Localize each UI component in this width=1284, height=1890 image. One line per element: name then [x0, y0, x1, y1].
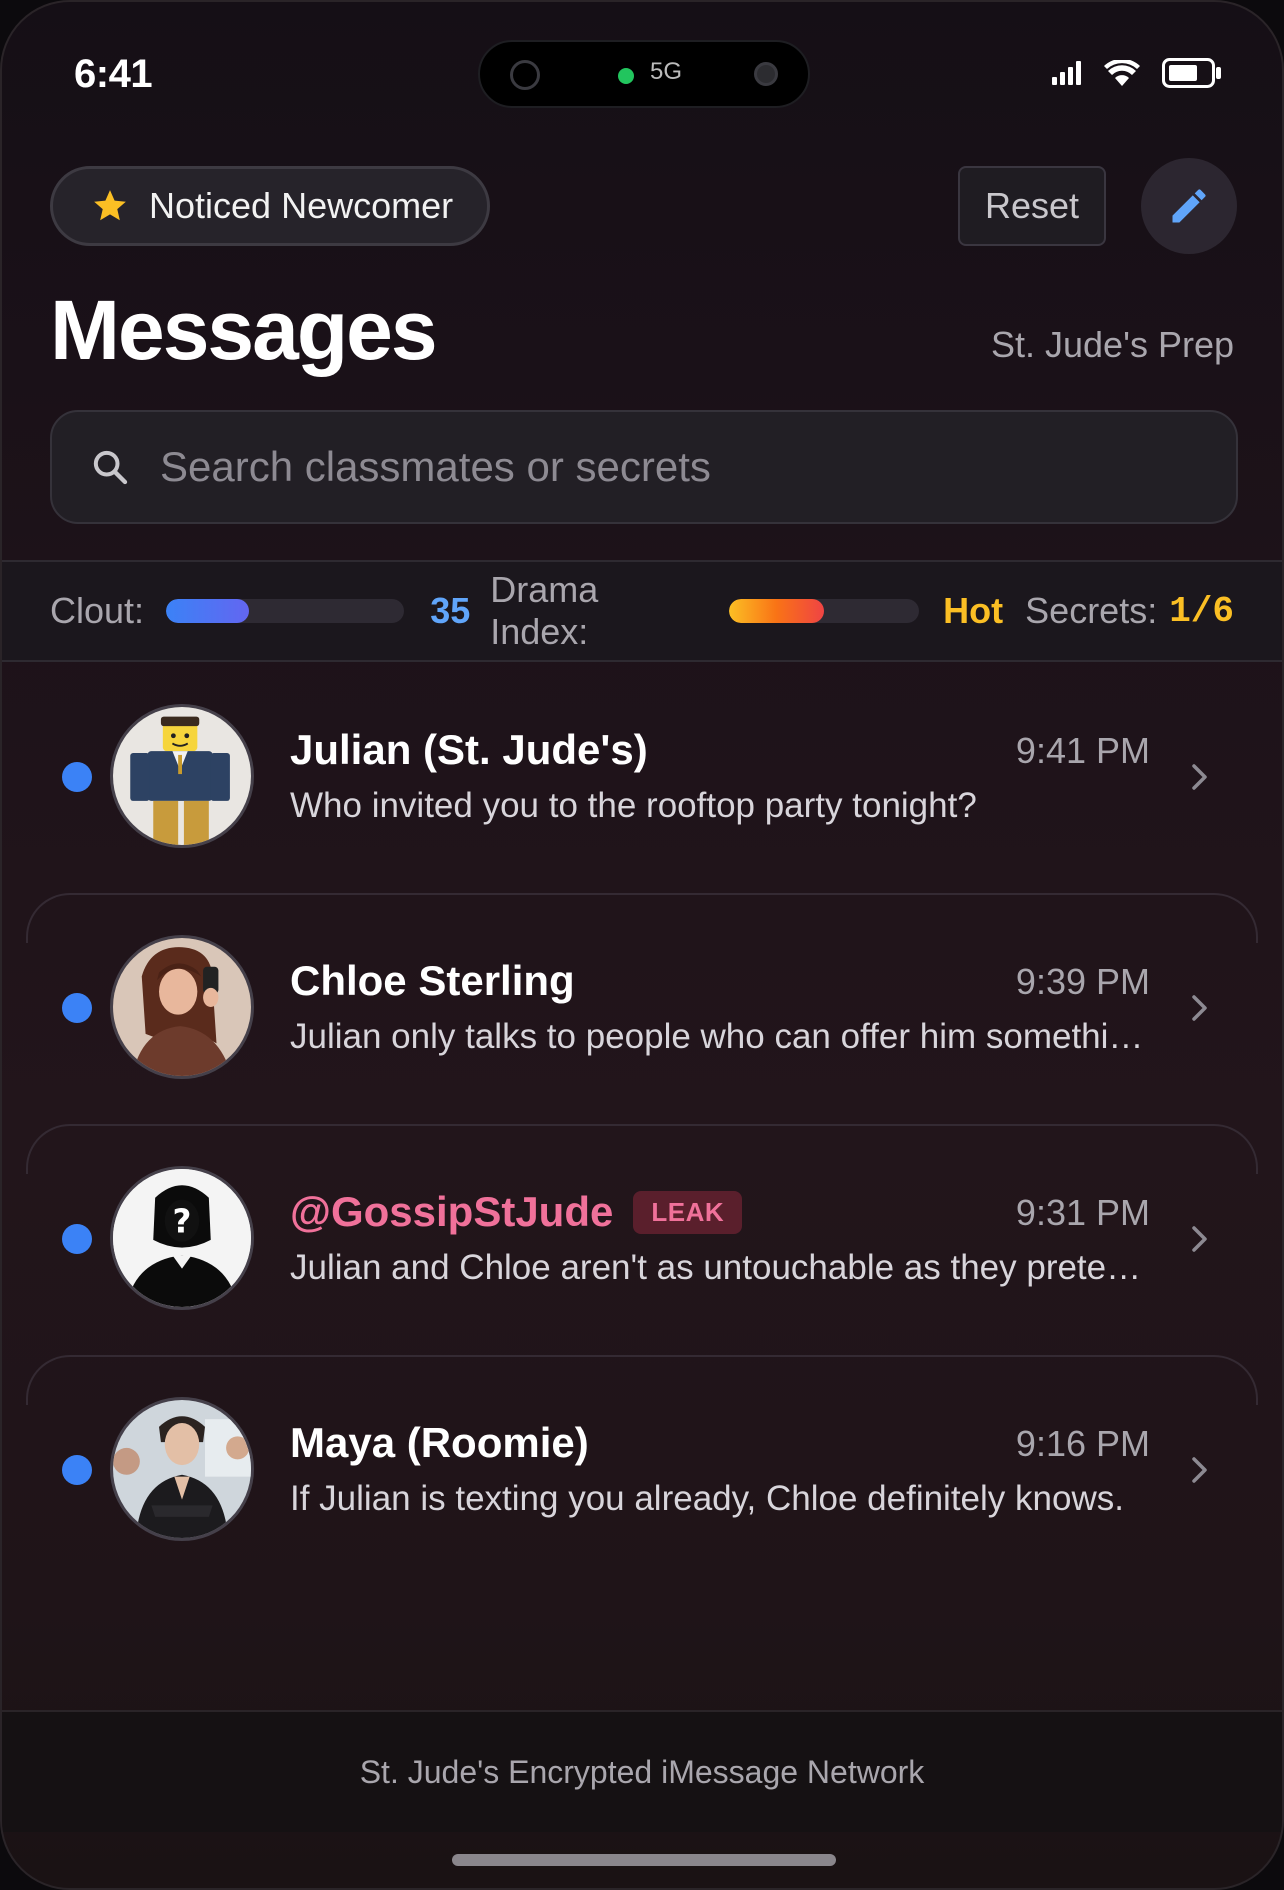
contact-name: Chloe Sterling: [290, 957, 575, 1004]
search-icon: [93, 450, 128, 485]
clout-label: Clout:: [50, 590, 145, 631]
status-icons: [1052, 58, 1222, 88]
secrets-label: Secrets:: [1025, 590, 1158, 631]
message-preview: Julian only talks to people who can offe…: [290, 1017, 1150, 1056]
avatar: ?: [110, 1166, 254, 1310]
message-list: Julian (St. Jude's) 9:41 PM Who invited …: [2, 662, 1282, 1586]
message-preview: Who invited you to the rooftop party ton…: [290, 786, 977, 825]
unread-dot: [62, 1455, 92, 1485]
status-time: 6:41: [74, 52, 153, 96]
avatar: [110, 704, 254, 848]
avatar: [110, 1397, 254, 1541]
drama-bar: [728, 599, 920, 623]
home-indicator[interactable]: [452, 1854, 836, 1866]
search-input[interactable]: [160, 443, 1160, 491]
contact-name: @GossipStJude LEAK: [290, 1188, 743, 1236]
svg-text:?: ?: [173, 1202, 192, 1240]
footer: St. Jude's Encrypted iMessage Network: [2, 1710, 1282, 1832]
conversation-row[interactable]: Julian (St. Jude's) 9:41 PM Who invited …: [2, 662, 1282, 893]
camera-icon: [510, 60, 540, 90]
drama-label: Drama Index:: [490, 569, 599, 652]
network-type: 5G: [650, 58, 683, 85]
unread-dot: [62, 762, 92, 792]
message-time: 9:41 PM: [1015, 730, 1150, 771]
active-indicator-icon: [618, 68, 634, 84]
sensor-icon: [754, 62, 778, 86]
row-divider: [26, 1124, 1258, 1174]
secrets-value: 1/6: [1169, 590, 1235, 632]
message-time: 9:31 PM: [1015, 1192, 1150, 1233]
page-title: Messages: [50, 283, 438, 377]
anonymous-avatar-icon: ?: [113, 1169, 251, 1307]
chevron-right-icon: [1192, 1457, 1207, 1483]
row-divider: [26, 1355, 1258, 1405]
status-badge[interactable]: Noticed Newcomer: [50, 166, 490, 246]
battery-icon: [1162, 58, 1221, 88]
leak-badge: LEAK: [633, 1190, 743, 1234]
chevron-right-icon: [1192, 764, 1207, 790]
pencil-icon: [1172, 189, 1206, 223]
selfie-avatar-icon: [113, 938, 251, 1076]
dynamic-island: 5G: [478, 40, 810, 108]
avatar: [110, 935, 254, 1079]
contact-name: Maya (Roomie): [290, 1419, 589, 1466]
clout-bar: [166, 599, 405, 623]
chevron-right-icon: [1192, 1226, 1207, 1252]
footer-text: St. Jude's Encrypted iMessage Network: [359, 1753, 925, 1790]
unread-dot: [62, 993, 92, 1023]
school-name: St. Jude's Prep: [991, 324, 1234, 365]
row-divider: [26, 893, 1258, 943]
stats-bar: Clout: 35 Drama Index: Hot Secrets: 1/6: [2, 560, 1282, 662]
reset-button[interactable]: Reset: [958, 166, 1106, 246]
drama-bar-fill: [728, 599, 824, 623]
message-preview: Julian and Chloe aren't as untouchable a…: [290, 1248, 1150, 1287]
badge-label: Noticed Newcomer: [149, 185, 454, 226]
conversation-row[interactable]: Maya (Roomie) 9:16 PM If Julian is texti…: [2, 1355, 1282, 1586]
blazer-avatar-icon: [113, 707, 251, 845]
message-time: 9:16 PM: [1015, 1423, 1150, 1464]
message-preview: If Julian is texting you already, Chloe …: [290, 1479, 1124, 1518]
conversation-row[interactable]: ? @GossipStJude LEAK 9:31 PM Julian and …: [2, 1124, 1282, 1355]
star-icon: [94, 190, 126, 221]
clout-bar-fill: [166, 599, 250, 623]
message-time: 9:39 PM: [1015, 961, 1150, 1002]
phone-screen: 6:41 5G Noticed Newcomer Reset Messages …: [0, 0, 1284, 1890]
wifi-icon: [1104, 60, 1140, 86]
conversation-row[interactable]: Chloe Sterling 9:39 PM Julian only talks…: [2, 893, 1282, 1124]
group-avatar-icon: [113, 1400, 251, 1538]
search-bar[interactable]: [50, 410, 1238, 524]
clout-value: 35: [430, 590, 471, 631]
drama-value: Hot: [943, 590, 1004, 631]
compose-button[interactable]: [1141, 158, 1237, 254]
status-bar: 6:41 5G: [2, 2, 1282, 142]
contact-name: Julian (St. Jude's): [290, 726, 648, 773]
unread-dot: [62, 1224, 92, 1254]
signal-icon: [1052, 61, 1081, 85]
chevron-right-icon: [1192, 995, 1207, 1021]
